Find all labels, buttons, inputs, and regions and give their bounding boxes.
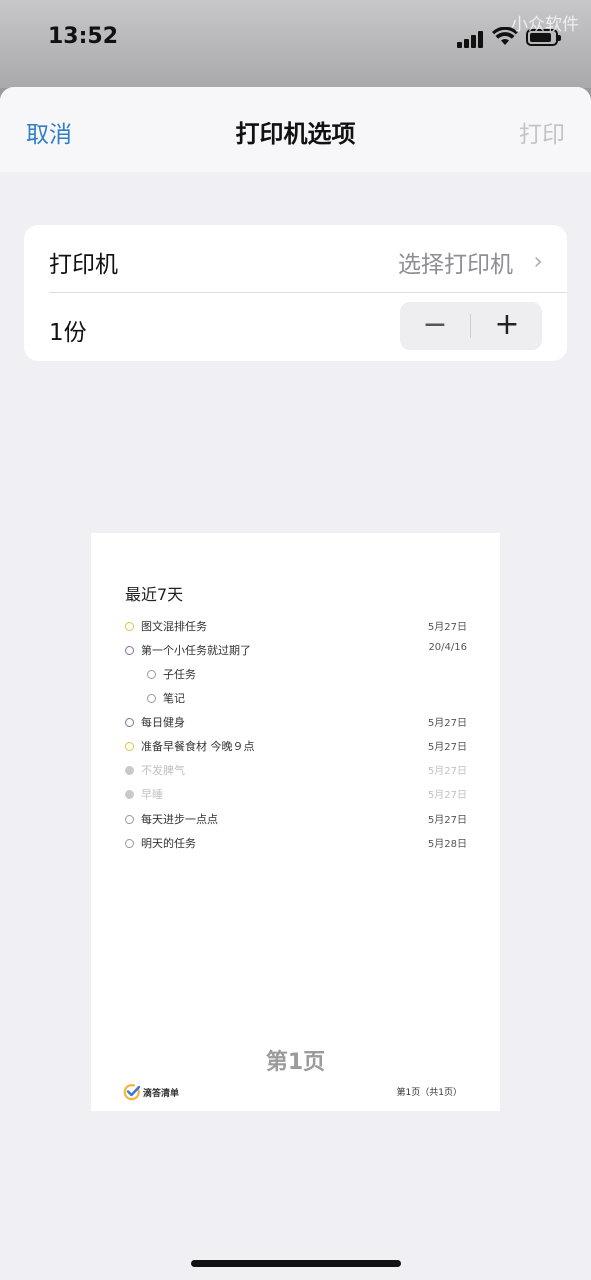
task-name: 第一个小任务就过期了 [141, 644, 251, 657]
home-indicator[interactable] [191, 1260, 401, 1267]
circle-icon [147, 670, 156, 679]
task-name: 准备早餐食材 今晚９点 [141, 740, 255, 753]
circle-icon [125, 839, 134, 848]
copies-stepper: − + [400, 302, 542, 350]
task-date: 5月27日 [427, 790, 467, 801]
logo-text: 滴答清单 [143, 1089, 180, 1099]
watermark: 小众软件 [511, 15, 579, 35]
increment-button[interactable]: + [472, 302, 542, 350]
circle-icon [125, 742, 134, 751]
task-date: 5月27日 [427, 622, 467, 633]
circle-icon [125, 622, 134, 631]
copies-label: 1份 [49, 320, 87, 346]
checked-circle-icon [125, 766, 134, 775]
task-row: 不发脾气 5月27日 [125, 762, 467, 782]
task-date: 5月27日 [427, 815, 467, 826]
print-preview-page[interactable]: 最近7天 图文混排任务 5月27日 第一个小任务就过期了 20/4/16 子任务 笔记 每日… [91, 533, 500, 1111]
task-name: 每天进步一点点 [141, 813, 218, 826]
task-row: 每天进步一点点 5月27日 [125, 811, 467, 831]
task-row: 准备早餐食材 今晚９点 5月27日 [125, 738, 467, 758]
task-date: 5月28日 [427, 839, 467, 850]
task-row: 笔记 [147, 690, 467, 710]
circle-icon [125, 815, 134, 824]
checked-circle-icon [125, 790, 134, 799]
task-row: 图文混排任务 5月27日 [125, 618, 467, 638]
task-date: 5月27日 [427, 766, 467, 777]
task-name: 不发脾气 [141, 764, 185, 777]
task-name: 明天的任务 [141, 837, 196, 850]
task-row: 每日健身 5月27日 [125, 714, 467, 734]
print-options-sheet: 取消 打印机选项 打印 打印机 选择打印机 › 1份 − + 最近7天 图文混排… [0, 87, 591, 1280]
cellular-signal-icon [457, 30, 485, 48]
task-name: 早睡 [141, 788, 163, 801]
circle-icon [125, 646, 134, 655]
stepper-divider [470, 314, 471, 338]
printer-label: 打印机 [49, 252, 118, 278]
page-number-label: 第1页 [265, 1050, 326, 1075]
copies-row: 1份 − + [24, 293, 567, 361]
task-row: 子任务 [147, 666, 467, 686]
task-date: 5月27日 [427, 718, 467, 729]
task-name: 每日健身 [141, 716, 185, 729]
printer-row[interactable]: 打印机 选择打印机 › [24, 225, 567, 293]
task-row: 早睡 5月27日 [125, 786, 467, 806]
status-bar: 13:52 小众软件 [0, 0, 591, 88]
page-title: 打印机选项 [235, 120, 356, 148]
decrement-button[interactable]: − [400, 302, 470, 350]
task-date: 5月27日 [427, 742, 467, 753]
circle-icon [125, 718, 134, 727]
status-time: 13:52 [48, 24, 119, 49]
task-row: 第一个小任务就过期了 20/4/16 [125, 642, 467, 662]
checkmark-logo-icon [123, 1084, 141, 1101]
task-name: 图文混排任务 [141, 620, 207, 633]
circle-icon [147, 694, 156, 703]
task-name: 笔记 [163, 692, 185, 705]
chevron-right-icon: › [533, 247, 543, 275]
footer-page-count: 第1页（共1页） [396, 1088, 462, 1098]
nav-bar: 取消 打印机选项 打印 [0, 87, 591, 172]
task-date: 20/4/16 [428, 642, 467, 653]
task-name: 子任务 [163, 668, 196, 681]
task-row: 明天的任务 5月28日 [125, 835, 467, 855]
printer-settings-card: 打印机 选择打印机 › 1份 − + [24, 225, 567, 361]
print-button[interactable]: 打印 [519, 115, 565, 149]
preview-list-title: 最近7天 [125, 585, 184, 604]
printer-value: 选择打印机 [398, 252, 513, 278]
